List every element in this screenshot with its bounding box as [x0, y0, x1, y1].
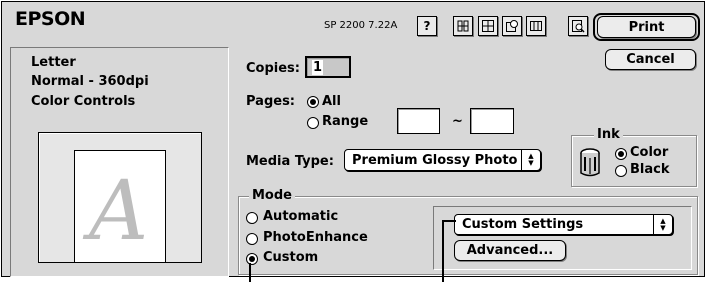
callout-line-settings-tick: [442, 220, 456, 222]
mode-custom-radio[interactable]: [246, 253, 258, 265]
layout-icon[interactable]: [478, 16, 498, 36]
callout-line-settings: [442, 220, 444, 282]
copies-label: Copies:: [246, 61, 300, 76]
summary-color: Color Controls: [31, 94, 136, 109]
pages-label: Pages:: [246, 94, 296, 109]
summary-quality: Normal - 360dpi: [31, 74, 149, 89]
ink-black-radio[interactable]: [615, 165, 627, 177]
custom-icon[interactable]: [526, 16, 546, 36]
preview-frame: A: [38, 132, 202, 263]
mode-automatic-radio[interactable]: [246, 212, 258, 224]
preview-icon[interactable]: [568, 16, 588, 36]
pages-range-label: Range: [322, 114, 369, 129]
preview-letter: A: [89, 164, 149, 259]
pages-all-label: All: [322, 94, 341, 109]
brand-logo: EPSON: [15, 8, 86, 30]
callout-line-mode: [249, 263, 251, 282]
mode-custom-label: Custom: [263, 250, 319, 265]
print-button[interactable]: Print: [597, 16, 696, 38]
range-from-input[interactable]: [397, 108, 440, 134]
model-version: SP 2200 7.22A: [324, 20, 398, 31]
help-icon[interactable]: ?: [417, 16, 437, 36]
mode-photoenhance-radio[interactable]: [246, 233, 258, 245]
media-type-select[interactable]: Premium Glossy Photo ▲ ▼: [344, 149, 541, 171]
media-type-value: Premium Glossy Photo: [352, 152, 518, 168]
ink-black-label: Black: [630, 162, 670, 177]
print-dialog: EPSON SP 2200 7.22A ? Print Cancel Lette…: [1, 1, 705, 277]
copies-value: 1: [312, 60, 324, 75]
range-separator: ~: [452, 114, 463, 129]
ink-color-label: Color: [630, 145, 669, 160]
copies-input[interactable]: 1: [305, 56, 351, 78]
media-type-label: Media Type:: [246, 154, 334, 169]
ink-title: Ink: [594, 127, 623, 142]
advanced-button[interactable]: Advanced...: [454, 240, 566, 261]
mode-photoenhance-label: PhotoEnhance: [263, 230, 368, 245]
background-icon[interactable]: [502, 16, 522, 36]
select-arrows-icon: ▲ ▼: [653, 215, 672, 234]
mode-title: Mode: [249, 188, 295, 203]
pages-range-radio[interactable]: [307, 117, 319, 129]
custom-settings-value: Custom Settings: [462, 217, 584, 232]
cancel-button[interactable]: Cancel: [605, 49, 696, 70]
mode-automatic-label: Automatic: [263, 209, 339, 224]
preview-page: A: [74, 150, 166, 263]
ink-cartridge-icon: [578, 147, 602, 183]
ink-color-radio[interactable]: [615, 148, 627, 160]
custom-settings-select[interactable]: Custom Settings ▲ ▼: [454, 214, 673, 235]
range-to-input[interactable]: [470, 108, 514, 134]
summary-paper: Letter: [31, 55, 76, 70]
utility-icon[interactable]: [453, 16, 473, 36]
select-arrows-icon: ▲ ▼: [521, 150, 540, 170]
pages-all-radio[interactable]: [307, 96, 319, 108]
